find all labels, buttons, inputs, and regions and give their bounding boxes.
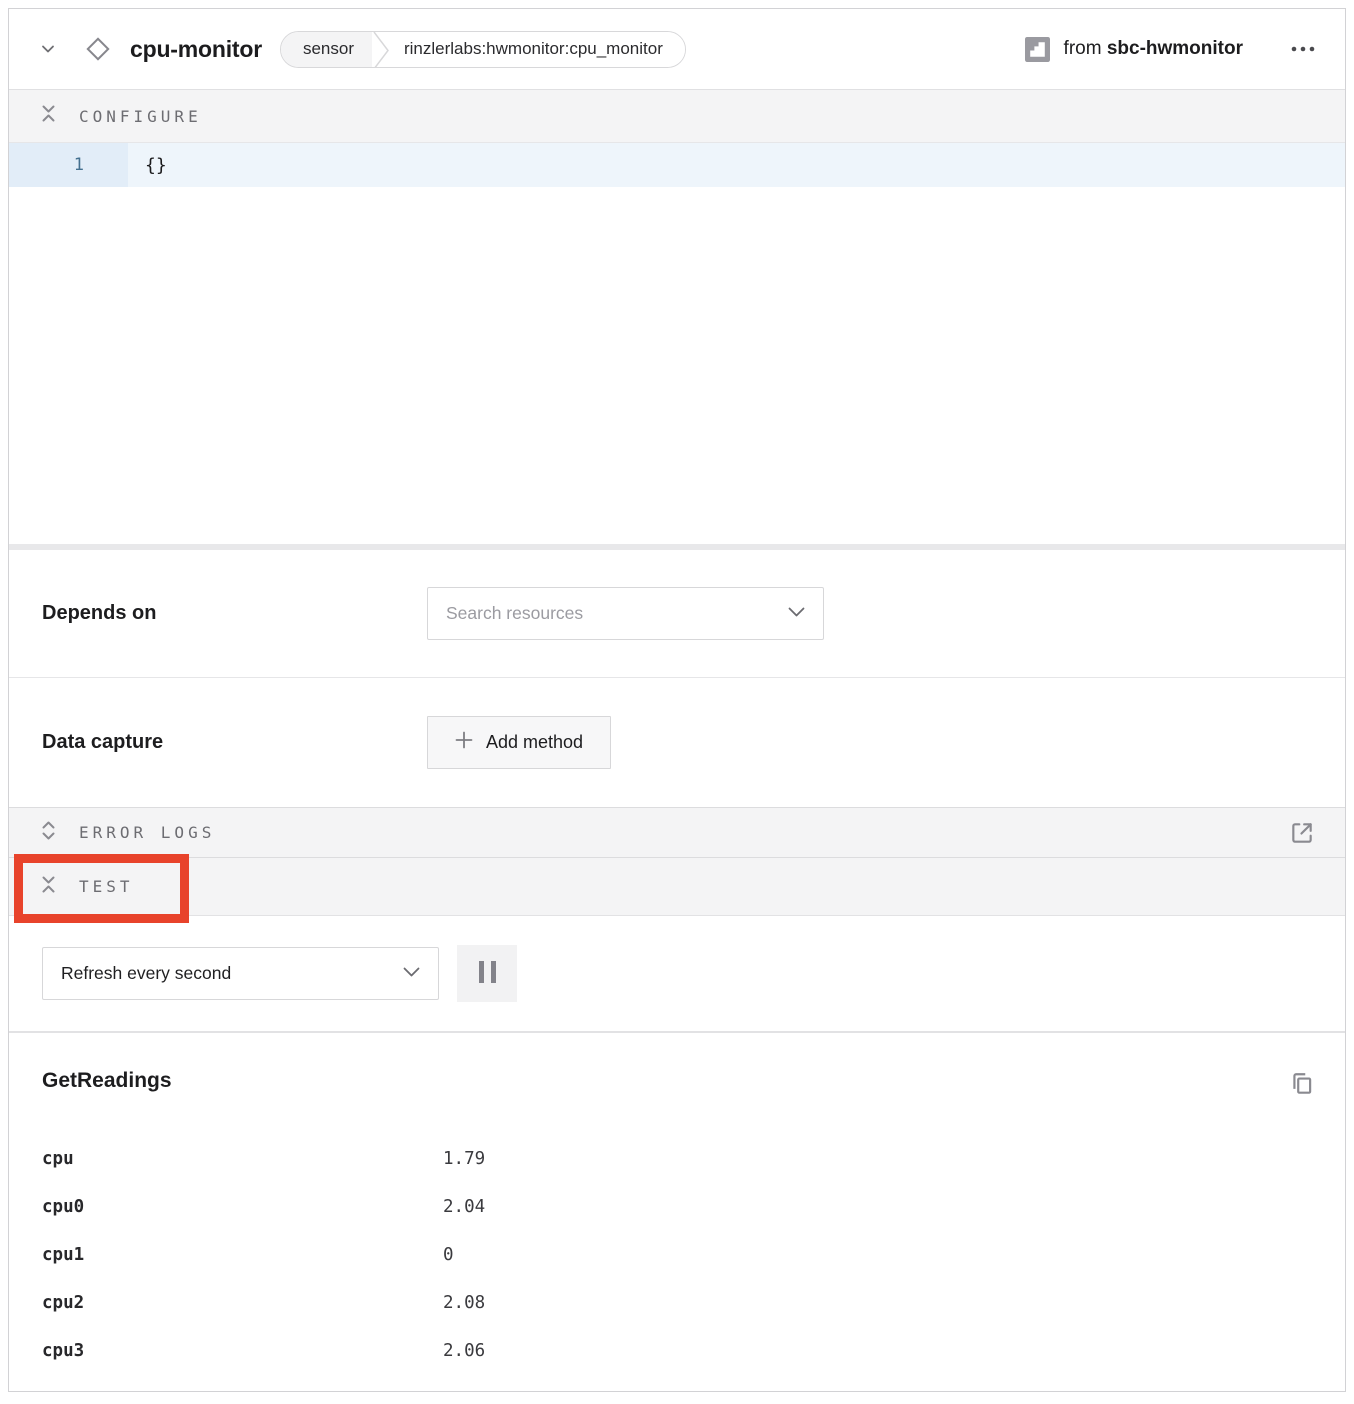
collapse-section-icon[interactable] (41, 873, 56, 901)
collapse-section-icon[interactable] (41, 102, 56, 130)
resource-type-pill: sensor rinzlerlabs:hwmonitor:cpu_monitor (280, 31, 686, 68)
depends-on-section: Depends on Search resources (9, 550, 1345, 678)
configure-section-label: CONFIGURE (79, 107, 202, 126)
table-row: cpu2 2.08 (42, 1279, 1317, 1327)
machine-part-icon (1025, 37, 1050, 62)
error-logs-section-header[interactable]: ERROR LOGS (9, 807, 1345, 857)
reading-value: 0 (443, 1245, 454, 1265)
reading-key: cpu0 (42, 1197, 443, 1217)
copy-readings-icon[interactable] (1287, 1069, 1317, 1099)
chevron-down-icon (403, 965, 420, 983)
reading-value: 2.08 (443, 1293, 485, 1313)
open-logs-external-link-icon[interactable] (1287, 818, 1317, 848)
table-row: cpu 1.79 (42, 1135, 1317, 1183)
refresh-rate-value: Refresh every second (61, 963, 403, 984)
resource-model-label: rinzlerlabs:hwmonitor:cpu_monitor (390, 32, 685, 67)
from-machine-part-text: from sbc-hwmonitor (1064, 38, 1243, 60)
more-menu-button[interactable] (1289, 40, 1317, 58)
editor-code-text[interactable]: {} (128, 143, 1345, 187)
reading-key: cpu (42, 1149, 443, 1169)
chevron-down-icon (788, 605, 805, 623)
depends-on-select[interactable]: Search resources (427, 587, 824, 640)
config-json-editor[interactable]: 1 {} (9, 143, 1345, 544)
machine-part-name: sbc-hwmonitor (1107, 38, 1243, 59)
test-section-label: TEST (79, 877, 134, 896)
get-readings-panel: GetReadings cpu 1.79 cpu0 2.04 cpu1 0 cp… (9, 1033, 1345, 1391)
pill-separator-chevron-icon (372, 32, 390, 67)
pause-icon (478, 961, 497, 986)
table-row: cpu1 0 (42, 1231, 1317, 1279)
reading-value: 2.06 (443, 1341, 485, 1361)
test-controls: Refresh every second (9, 916, 1345, 1031)
plus-icon (455, 731, 473, 754)
readings-table: cpu 1.79 cpu0 2.04 cpu1 0 cpu2 2.08 cpu3… (42, 1135, 1317, 1375)
add-method-label: Add method (486, 732, 583, 753)
error-logs-section-label: ERROR LOGS (79, 823, 215, 842)
reading-key: cpu2 (42, 1293, 443, 1313)
depends-on-placeholder: Search resources (446, 603, 788, 624)
expand-section-icon[interactable] (41, 819, 56, 847)
table-row: cpu3 2.06 (42, 1327, 1317, 1375)
method-name-title: GetReadings (42, 1069, 172, 1093)
configure-section-header[interactable]: CONFIGURE (9, 89, 1345, 143)
pause-refresh-button[interactable] (457, 945, 517, 1002)
data-capture-label: Data capture (42, 731, 427, 754)
add-method-button[interactable]: Add method (427, 716, 611, 769)
reading-key: cpu1 (42, 1245, 443, 1265)
reading-key: cpu3 (42, 1341, 443, 1361)
editor-line-number: 1 (9, 143, 128, 187)
reading-value: 1.79 (443, 1149, 485, 1169)
refresh-rate-select[interactable]: Refresh every second (42, 947, 439, 1000)
resource-type-label: sensor (281, 32, 372, 67)
collapse-card-chevron-icon[interactable] (39, 40, 57, 58)
reading-value: 2.04 (443, 1197, 485, 1217)
from-prefix: from (1064, 38, 1102, 59)
resource-header: cpu-monitor sensor rinzlerlabs:hwmonitor… (9, 9, 1345, 89)
data-capture-section: Data capture Add method (9, 678, 1345, 807)
depends-on-label: Depends on (42, 602, 427, 625)
table-row: cpu0 2.04 (42, 1183, 1317, 1231)
component-diamond-icon (83, 34, 113, 64)
resource-title: cpu-monitor (130, 36, 262, 63)
test-section-header[interactable]: TEST (9, 857, 1345, 916)
editor-line[interactable]: 1 {} (9, 143, 1345, 187)
resource-card: cpu-monitor sensor rinzlerlabs:hwmonitor… (8, 8, 1346, 1392)
